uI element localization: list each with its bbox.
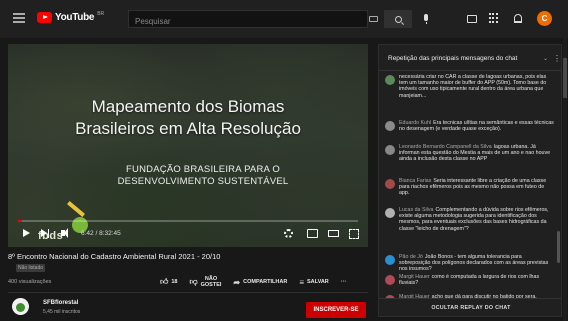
dislike-button[interactable]: 👎︎ NÃO GOSTEI bbox=[190, 276, 222, 288]
chat-message-body: Eduardo Kuhl Era tecnicas ulítias na semâ… bbox=[399, 120, 554, 132]
create-video-icon[interactable] bbox=[467, 15, 477, 23]
chat-message-body: necessária criar no CAR a classe de lago… bbox=[399, 74, 554, 99]
chat-author-name[interactable]: Bianca Farias bbox=[399, 178, 431, 184]
thumbs-down-icon: 👎︎ bbox=[189, 277, 198, 286]
search-input[interactable] bbox=[129, 13, 367, 30]
microphone-icon[interactable] bbox=[424, 14, 428, 24]
apps-grid-icon[interactable] bbox=[489, 13, 499, 24]
chat-message-body: Lucas da Silva Complementando a dúvida so… bbox=[399, 207, 554, 232]
divider bbox=[8, 292, 368, 293]
chat-message-list: necessária criar no CAR a classe de lago… bbox=[379, 72, 561, 312]
video-overlay-title: Mapeamento dos Biomas Brasileiros em Alt… bbox=[8, 96, 368, 140]
video-title: 8º Encontro Nacional do Cadastro Ambient… bbox=[8, 252, 221, 261]
keyboard-icon[interactable] bbox=[369, 16, 378, 22]
subscriber-count: 5,45 mil inscritos bbox=[43, 309, 81, 315]
video-progress-bar[interactable] bbox=[18, 220, 358, 222]
thumbs-up-icon: 👍︎ bbox=[160, 277, 169, 286]
chat-mode-selector[interactable]: Repetição das principais mensagens do ch… bbox=[388, 55, 517, 62]
subscribe-button[interactable]: INSCREVER-SE bbox=[306, 302, 366, 318]
video-overlay-subtitle: FUNDAÇÃO BRASILEIRA PARA O DESENVOLVIMEN… bbox=[38, 164, 368, 188]
share-arrow-icon: ➦ bbox=[233, 277, 241, 287]
like-button[interactable]: 👍︎ 18 bbox=[160, 277, 178, 287]
account-avatar[interactable]: C bbox=[537, 11, 552, 26]
channel-avatar[interactable] bbox=[12, 298, 29, 315]
dislike-label: NÃO GOSTEI bbox=[201, 276, 222, 288]
share-label: COMPARTILHAR bbox=[243, 279, 288, 285]
chat-message-text: necessária criar no CAR a classe de lago… bbox=[399, 74, 547, 99]
chat-author-avatar[interactable] bbox=[385, 145, 395, 155]
notifications-bell-icon[interactable] bbox=[514, 14, 522, 23]
chat-header: Repetição das principais mensagens do ch… bbox=[379, 45, 561, 71]
video-actions: 👍︎ 18 👎︎ NÃO GOSTEI ➦ COMPARTILHAR ≡ SAL… bbox=[160, 276, 358, 288]
youtube-logo[interactable]: YouTube BR bbox=[37, 10, 105, 23]
hide-chat-replay-button[interactable]: OCULTAR REPLAY DO CHAT bbox=[379, 298, 561, 316]
youtube-play-icon bbox=[37, 12, 52, 23]
chat-author-avatar[interactable] bbox=[385, 275, 395, 285]
page-scrollbar-thumb[interactable] bbox=[563, 58, 567, 98]
video-title-line-1: Mapeamento dos Biomas bbox=[91, 97, 285, 116]
live-chat-replay: Repetição das principais mensagens do ch… bbox=[378, 44, 562, 317]
unlisted-badge: Não listado bbox=[16, 264, 46, 272]
video-subtitle-line-2: DESENVOLVIMENTO SUSTENTÁVEL bbox=[117, 176, 289, 187]
logo-text: YouTube bbox=[55, 12, 95, 23]
chat-author-avatar[interactable] bbox=[385, 255, 395, 265]
chat-message-body: Leonardo Bernardo Campanell da Silva lago… bbox=[399, 144, 554, 163]
page-scrollbar[interactable] bbox=[563, 38, 567, 321]
more-icon: ··· bbox=[340, 279, 347, 285]
top-bar: YouTube BR C bbox=[0, 0, 568, 38]
like-count: 18 bbox=[171, 279, 178, 285]
search-icon bbox=[394, 15, 402, 23]
search-box bbox=[128, 10, 368, 30]
chat-scrollbar[interactable] bbox=[557, 231, 560, 263]
chat-author-avatar[interactable] bbox=[385, 179, 395, 189]
volume-icon[interactable] bbox=[61, 228, 68, 238]
youtube-watch-page: YouTube BR C Mapeamento dos Biomas Brasi… bbox=[0, 0, 568, 321]
dislike-label-line-2: GOSTEI bbox=[200, 282, 222, 288]
video-player[interactable]: Mapeamento dos Biomas Brasileiros em Alt… bbox=[8, 44, 368, 247]
video-progress-fill bbox=[18, 220, 23, 222]
play-icon[interactable] bbox=[23, 229, 30, 237]
chat-author-name[interactable]: Lucas da Silva bbox=[399, 207, 433, 213]
video-time: 6:42 / 8:32:45 bbox=[81, 230, 121, 237]
save-button[interactable]: ≡ SALVAR bbox=[299, 278, 328, 287]
chat-message-body: Margit Hauer como é computada a largura d… bbox=[399, 274, 554, 286]
chat-message-body: Bianca Farias Seria interessante libre a … bbox=[399, 178, 554, 197]
chevron-down-icon[interactable]: ⌄ bbox=[543, 55, 548, 62]
hamburger-menu-icon[interactable] bbox=[13, 13, 25, 23]
channel-name[interactable]: SFBflorestal bbox=[43, 300, 78, 306]
chat-more-icon[interactable]: ⋮ bbox=[553, 54, 561, 63]
chat-author-name[interactable]: Margit Hauer bbox=[399, 274, 430, 280]
view-count: 400 visualizações bbox=[8, 279, 52, 285]
chat-author-avatar[interactable] bbox=[385, 121, 395, 131]
theater-mode-icon[interactable] bbox=[328, 230, 339, 237]
logo-country: BR bbox=[97, 10, 105, 17]
playlist-add-icon: ≡ bbox=[299, 277, 304, 287]
settings-gear-icon[interactable] bbox=[284, 229, 293, 238]
chat-author-name[interactable]: Leonardo Bernardo Campanell da Silva bbox=[399, 144, 492, 150]
video-subtitle-line-1: FUNDAÇÃO BRASILEIRA PARA O bbox=[126, 164, 280, 175]
player-controls: 6:42 / 8:32:45 bbox=[8, 224, 368, 244]
fbds-logo-stick bbox=[67, 201, 85, 217]
chat-author-name[interactable]: Pão de Jó bbox=[399, 254, 423, 260]
next-video-icon[interactable] bbox=[41, 229, 50, 238]
save-label: SALVAR bbox=[306, 279, 329, 285]
fullscreen-icon[interactable] bbox=[349, 229, 359, 239]
video-title-line-2: Brasileiros em Alta Resolução bbox=[75, 119, 301, 138]
search-button[interactable] bbox=[384, 10, 412, 28]
chat-author-avatar[interactable] bbox=[385, 75, 395, 85]
chat-author-avatar[interactable] bbox=[385, 208, 395, 218]
share-button[interactable]: ➦ COMPARTILHAR bbox=[233, 278, 287, 287]
chat-message-body: Pão de Jó João Bonos - tem alguma toleran… bbox=[399, 254, 554, 273]
chat-author-name[interactable]: Eduardo Kuhl bbox=[399, 120, 431, 126]
miniplayer-icon[interactable] bbox=[307, 229, 318, 238]
more-actions-button[interactable]: ··· bbox=[341, 279, 347, 285]
